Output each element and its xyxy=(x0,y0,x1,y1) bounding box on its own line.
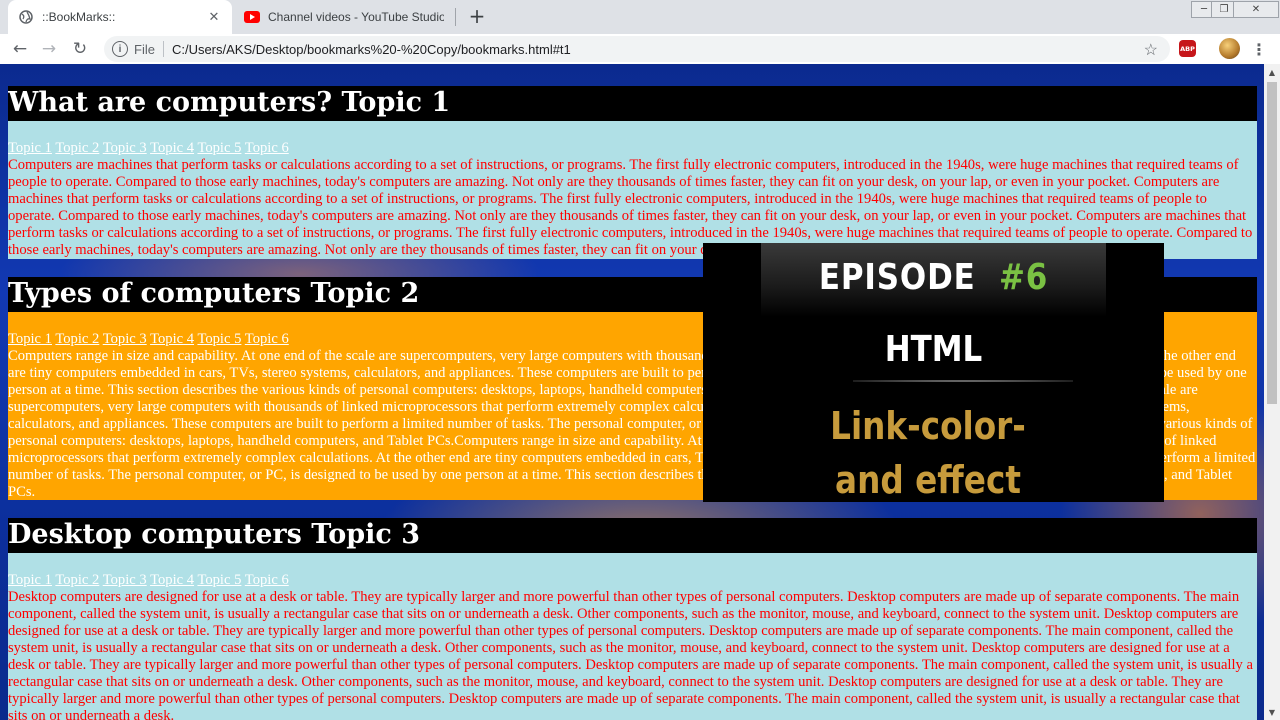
link-topic-4[interactable]: Topic 4 xyxy=(150,140,194,156)
section-body: Topic 1 Topic 2 Topic 3 Topic 4 Topic 5 … xyxy=(8,121,1257,259)
link-topic-1[interactable]: Topic 1 xyxy=(8,331,52,347)
scroll-down-icon[interactable]: ▼ xyxy=(1264,704,1280,720)
link-topic-1[interactable]: Topic 1 xyxy=(8,572,52,588)
info-icon[interactable]: i xyxy=(112,41,128,57)
link-topic-5[interactable]: Topic 5 xyxy=(197,331,241,347)
link-topic-2[interactable]: Topic 2 xyxy=(55,140,99,156)
forward-arrow-icon[interactable]: → xyxy=(38,38,60,60)
link-topic-6[interactable]: Topic 6 xyxy=(245,572,289,588)
link-topic-2[interactable]: Topic 2 xyxy=(55,331,99,347)
tab-youtube-studio[interactable]: Channel videos - YouTube Studio xyxy=(234,0,454,34)
link-topic-2[interactable]: Topic 2 xyxy=(55,572,99,588)
new-tab-button[interactable]: + xyxy=(466,4,488,28)
address-scheme: File xyxy=(134,41,155,57)
close-tab-icon[interactable]: ✕ xyxy=(206,9,222,25)
section-topic-1: What are computers? Topic 1 Topic 1 Topi… xyxy=(8,86,1257,259)
episode-number: #6 xyxy=(998,257,1049,298)
address-url[interactable]: C:/Users/AKS/Desktop/bookmarks%20-%20Cop… xyxy=(172,42,571,57)
tab-title: ::BookMarks:: xyxy=(42,10,116,24)
profile-avatar[interactable] xyxy=(1219,38,1240,59)
bookmark-star-icon[interactable]: ☆ xyxy=(1144,40,1158,60)
section-paragraph: Desktop computers are designed for use a… xyxy=(8,589,1253,720)
tab-separator xyxy=(455,8,456,26)
menu-icon[interactable]: ⋮ xyxy=(1251,38,1267,60)
close-window-icon: ✕ xyxy=(1233,0,1279,18)
scrollbar-thumb[interactable] xyxy=(1267,82,1277,404)
topic-links: Topic 1 Topic 2 Topic 3 Topic 4 Topic 5 … xyxy=(8,140,1257,157)
section-heading: What are computers? Topic 1 xyxy=(8,86,1257,121)
page-viewport: What are computers? Topic 1 Topic 1 Topi… xyxy=(0,64,1280,720)
episode-label: EPISODE #6 xyxy=(735,257,1131,298)
link-topic-4[interactable]: Topic 4 xyxy=(150,572,194,588)
link-topic-3[interactable]: Topic 3 xyxy=(103,572,147,588)
divider-glow xyxy=(853,380,1073,382)
close-window-button[interactable]: ✕ xyxy=(1233,0,1279,18)
link-topic-5[interactable]: Topic 5 xyxy=(197,572,241,588)
youtube-icon xyxy=(244,9,260,25)
tab-bookmarks[interactable]: ::BookMarks:: ✕ xyxy=(8,0,232,34)
address-bar[interactable]: i File C:/Users/AKS/Desktop/bookmarks%20… xyxy=(104,36,1170,62)
scroll-up-icon[interactable]: ▲ xyxy=(1264,64,1280,80)
link-topic-1[interactable]: Topic 1 xyxy=(8,140,52,156)
link-topic-3[interactable]: Topic 3 xyxy=(103,140,147,156)
back-arrow-icon[interactable]: ← xyxy=(9,38,31,60)
topic-links: Topic 1 Topic 2 Topic 3 Topic 4 Topic 5 … xyxy=(8,572,1257,589)
section-heading: Desktop computers Topic 3 xyxy=(8,518,1257,553)
link-topic-6[interactable]: Topic 6 xyxy=(245,140,289,156)
episode-word: EPISODE xyxy=(818,257,976,298)
reload-icon[interactable]: ↻ xyxy=(69,38,91,60)
adblock-extension-icon[interactable]: ABP xyxy=(1179,40,1196,57)
link-topic-6[interactable]: Topic 6 xyxy=(245,331,289,347)
episode-title-card: EPISODE #6 HTML Link-color- and effect xyxy=(703,243,1164,502)
episode-subject: HTML xyxy=(884,329,983,370)
link-topic-3[interactable]: Topic 3 xyxy=(103,331,147,347)
section-topic-3: Desktop computers Topic 3 Topic 1 Topic … xyxy=(8,518,1257,720)
tab-title: Channel videos - YouTube Studio xyxy=(268,10,444,24)
globe-icon xyxy=(18,9,34,25)
address-divider xyxy=(162,41,164,57)
tab-strip: ::BookMarks:: ✕ Channel videos - YouTube… xyxy=(0,0,1280,34)
episode-topic-line: and effect xyxy=(835,458,1021,502)
episode-topic: Link-color- and effect xyxy=(821,399,1036,502)
vertical-scrollbar[interactable]: ▲ ▼ xyxy=(1264,64,1280,720)
link-topic-5[interactable]: Topic 5 xyxy=(197,140,241,156)
episode-topic-line: Link-color- xyxy=(830,404,1026,448)
section-body: Topic 1 Topic 2 Topic 3 Topic 4 Topic 5 … xyxy=(8,553,1257,720)
browser-toolbar: ← → ↻ i File C:/Users/AKS/Desktop/bookma… xyxy=(0,34,1280,64)
link-topic-4[interactable]: Topic 4 xyxy=(150,331,194,347)
